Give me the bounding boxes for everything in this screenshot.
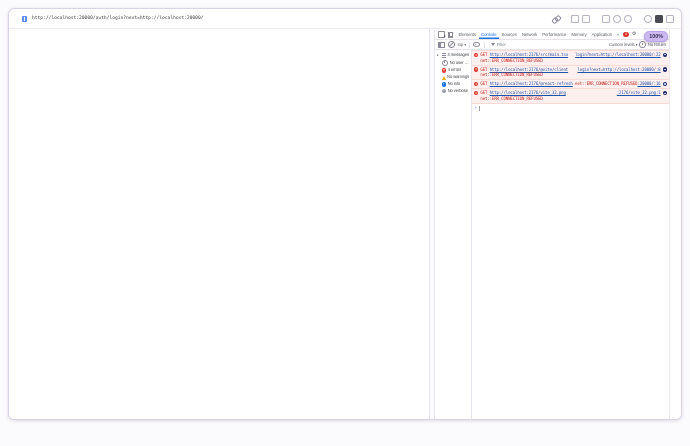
apps-menu-icon[interactable] <box>655 14 663 23</box>
tab-sources[interactable]: Sources <box>499 30 519 39</box>
verbose-icon <box>441 89 447 94</box>
browser-window: http://localhost:20000/auth/login?next=h… <box>8 8 682 420</box>
side-panel-icon[interactable] <box>666 14 674 23</box>
link-icon[interactable] <box>552 16 559 22</box>
source-location-link[interactable]: :20000/:16 <box>638 81 661 87</box>
request-url-link[interactable]: http://localhost:2176/vite_32.png <box>490 90 566 95</box>
request-url-link[interactable]: http://localhost:2176/src/main.tsx <box>490 52 569 57</box>
console-prompt[interactable]: › <box>472 104 669 113</box>
issues-counter[interactable]: No Issues <box>648 42 666 47</box>
source-location-link[interactable]: login?next=http://localhost:20000/:22 <box>575 52 661 58</box>
error-count-badge[interactable]: 4 <box>622 31 629 37</box>
divider <box>483 41 485 48</box>
settings-gear-icon[interactable]: ⚙ <box>632 31 637 37</box>
text-cursor <box>479 106 481 111</box>
sidebar-item-warnings[interactable]: No warnings <box>435 74 471 81</box>
sidebar-item-errors[interactable]: 4 errors <box>435 67 471 74</box>
tab-elements[interactable]: Elements <box>456 30 479 39</box>
divider <box>468 41 470 48</box>
ai-insight-icon[interactable] <box>662 91 667 96</box>
tab-application[interactable]: Application <box>589 30 614 39</box>
error-text: net::ERR_CONNECTION_REFUSED <box>575 81 638 87</box>
zoom-level-badge[interactable]: 100% <box>644 31 668 42</box>
error-icon <box>474 52 479 57</box>
profile-icon[interactable] <box>613 14 621 23</box>
context-selector[interactable]: top <box>458 42 466 47</box>
error-icon <box>474 81 479 87</box>
devtools-tabbar: Elements Console Sources Network Perform… <box>435 29 669 40</box>
ai-insight-icon[interactable] <box>662 81 667 87</box>
console-toolbar: top Filter Custom levels No Issues <box>435 40 669 50</box>
ai-insight-icon[interactable] <box>662 67 667 72</box>
console-messages: GET http://localhost:2176/src/main.tsx n… <box>472 50 669 419</box>
sidebar-item-messages[interactable]: ▸ 4 messages <box>435 52 471 59</box>
ai-insight-icon[interactable] <box>662 52 667 57</box>
tab-performance[interactable]: Performance <box>540 30 569 39</box>
inspect-element-icon[interactable] <box>438 30 445 38</box>
issues-icon[interactable] <box>639 41 646 48</box>
source-location-link[interactable]: :2176/vite_32.png:1 <box>617 90 661 96</box>
device-toolbar-icon[interactable] <box>448 31 453 38</box>
warning-icon <box>441 75 446 80</box>
request-url-link[interactable]: http://localhost:2176/@react-refresh <box>490 81 573 86</box>
log-levels-dropdown[interactable]: Custom levels <box>609 42 637 47</box>
clear-console-icon[interactable] <box>448 41 455 48</box>
console-error-row: GET http://localhost:2176/vite_32.png ne… <box>472 89 669 105</box>
source-location-link[interactable]: login?next=http://localhost:20000/:8 <box>578 67 661 73</box>
console-error-row: GET http://localhost:2176/src/main.tsx n… <box>472 50 669 66</box>
console-sidebar-toggle-icon[interactable] <box>438 41 445 48</box>
filter-input[interactable]: Filter <box>497 42 506 47</box>
screenshot-icon[interactable] <box>571 14 579 23</box>
request-url-link[interactable]: http://localhost:2176/@vite/client <box>490 67 569 72</box>
error-icon <box>474 91 479 96</box>
sidebar-item-info[interactable]: No info <box>435 81 471 88</box>
console-body: ▸ 4 messages No user messages 4 errors <box>435 50 669 419</box>
filter-funnel-icon <box>490 43 495 46</box>
address-bar[interactable]: http://localhost:20000/auth/login?next=h… <box>32 16 203 21</box>
expand-caret-icon[interactable]: ▸ <box>437 53 440 58</box>
sidebar-item-user-messages[interactable]: No user messages <box>435 59 471 68</box>
live-expression-eye-icon[interactable] <box>472 41 480 48</box>
console-error-row: GET http://localhost:2176/@react-refresh… <box>472 80 669 90</box>
page-info-icon[interactable] <box>22 15 27 22</box>
console-sidebar: ▸ 4 messages No user messages 4 errors <box>435 50 472 419</box>
list-icon <box>441 53 446 58</box>
console-error-row: GET http://localhost:2176/@vite/client n… <box>472 65 669 81</box>
error-text: net::ERR_CONNECTION_REFUSED <box>480 96 543 102</box>
history-icon[interactable] <box>624 14 632 23</box>
tab-console[interactable]: Console <box>479 30 499 39</box>
tab-memory[interactable]: Memory <box>569 30 589 39</box>
error-text: net::ERR_CONNECTION_REFUSED <box>480 72 543 78</box>
window-content: Elements Console Sources Network Perform… <box>9 29 681 419</box>
devtools-scrollbar-gutter[interactable] <box>669 29 681 419</box>
windows-icon[interactable] <box>582 14 590 23</box>
error-text: net::ERR_CONNECTION_REFUSED <box>480 57 543 63</box>
browser-toolbar: http://localhost:20000/auth/login?next=h… <box>9 9 681 29</box>
user-icon <box>441 59 449 67</box>
prompt-chevron-icon: › <box>474 105 478 112</box>
page-viewport[interactable] <box>9 29 429 419</box>
sidebar-item-verbose[interactable]: No verbose <box>435 88 471 95</box>
message-icon[interactable] <box>602 14 610 23</box>
tab-network[interactable]: Network <box>519 30 539 39</box>
record-icon[interactable] <box>644 14 652 23</box>
info-icon <box>441 82 447 87</box>
error-icon <box>441 68 447 74</box>
devtools-panel: Elements Console Sources Network Perform… <box>435 29 669 419</box>
error-icon <box>474 67 479 72</box>
more-tabs-icon[interactable]: » <box>614 32 620 37</box>
